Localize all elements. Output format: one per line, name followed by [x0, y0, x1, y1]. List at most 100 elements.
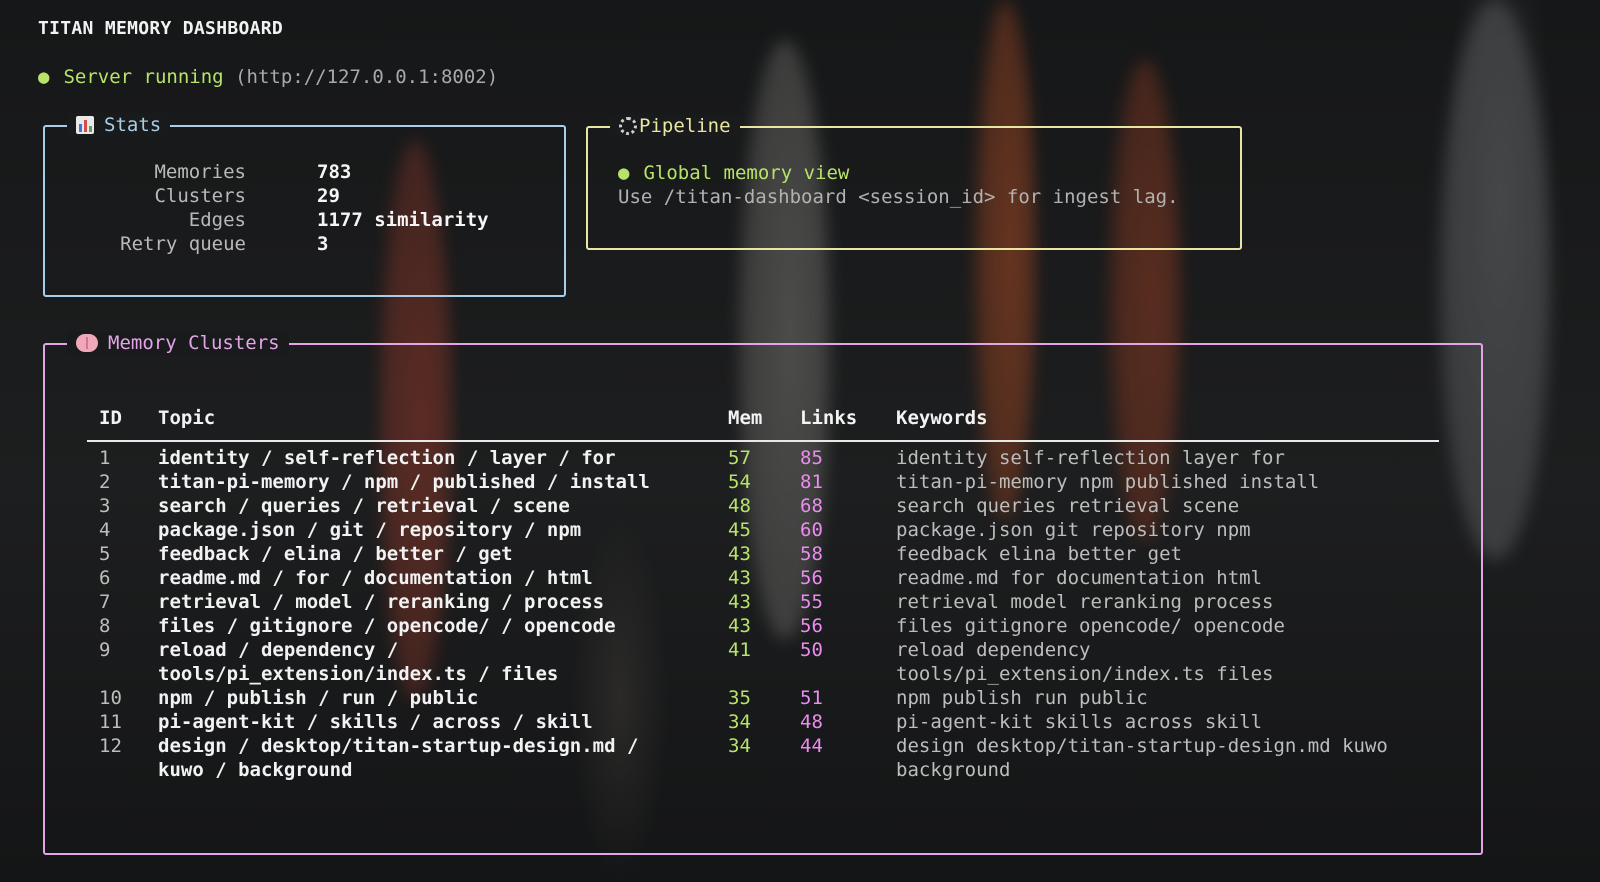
cluster-mem-count: 34 [728, 711, 751, 733]
stats-panel: Stats Memories 783 Clusters 29 Edges 117… [43, 113, 566, 297]
pipeline-panel-title: Pipeline [610, 114, 740, 138]
cluster-topic-line: npm / publish / run / public [158, 687, 479, 709]
cluster-mem-count: 43 [728, 543, 751, 565]
stat-value: 29 [317, 185, 340, 207]
stat-row-edges: Edges 1177 similarity [45, 209, 564, 233]
cluster-topic: pi-agent-kit / skills / across / skill [158, 710, 703, 734]
cluster-topic-line: feedback / elina / better / get [158, 543, 513, 565]
cluster-links-count: 55 [800, 591, 823, 613]
column-header-links: Links [800, 407, 858, 429]
cluster-keywords: feedback elina better get [896, 542, 1441, 566]
cluster-id: 2 [99, 471, 111, 493]
column-header-mem: Mem [728, 407, 763, 429]
cluster-id: 11 [99, 711, 122, 733]
cluster-keywords-line: pi-agent-kit skills across skill [896, 711, 1263, 733]
stat-value: 3 [317, 233, 329, 255]
cluster-keywords: npm publish run public [896, 686, 1441, 710]
cluster-mem-count: 48 [728, 495, 751, 517]
cluster-links-count: 85 [800, 447, 823, 469]
pipeline-hint: Use /titan-dashboard <session_id> for in… [618, 186, 1179, 208]
stat-row-retry-queue: Retry queue 3 [45, 233, 564, 257]
server-url: (http://127.0.0.1:8002) [235, 66, 499, 88]
pipeline-title-text: Pipeline [639, 115, 731, 137]
cluster-keywords-line: search queries retrieval scene [896, 495, 1240, 517]
stats-panel-title: Stats [67, 113, 171, 137]
cluster-id: 7 [99, 591, 111, 613]
cluster-keywords-line: reload dependency [896, 639, 1091, 661]
cluster-id: 8 [99, 615, 111, 637]
table-row: 4 package.json / git / repository / npm 45… [45, 518, 1481, 542]
cluster-keywords-line: identity self-reflection layer for [896, 447, 1285, 469]
cluster-mem-count: 57 [728, 447, 751, 469]
pipeline-status: ● Global memory view [618, 162, 849, 184]
cluster-mem-count: 54 [728, 471, 751, 493]
cluster-keywords-line: titan-pi-memory npm published install [896, 471, 1320, 493]
header-divider [87, 440, 1439, 442]
cluster-mem-count: 35 [728, 687, 751, 709]
table-row: 6 readme.md / for / documentation / html 4… [45, 566, 1481, 590]
cluster-keywords-line: feedback elina better get [896, 543, 1182, 565]
cluster-mem-count: 45 [728, 519, 751, 541]
cluster-topic: files / gitignore / opencode/ / opencode [158, 614, 703, 638]
cluster-topic: npm / publish / run / public [158, 686, 703, 710]
cluster-links-count: 51 [800, 687, 823, 709]
cluster-topic-line: search / queries / retrieval / scene [158, 495, 570, 517]
cluster-topic: design / desktop/titan-startup-design.md… [158, 734, 703, 782]
pipeline-panel: Pipeline ● Global memory view Use /titan-… [586, 114, 1242, 250]
cluster-keywords-line: retrieval model reranking process [896, 591, 1274, 613]
cluster-topic-line: retrieval / model / reranking / process [158, 591, 605, 613]
cluster-id: 10 [99, 687, 122, 709]
cluster-id: 4 [99, 519, 111, 541]
cluster-topic-line: pi-agent-kit / skills / across / skill [158, 711, 593, 733]
table-row: 10 npm / publish / run / public 35 51 npm pu… [45, 686, 1481, 710]
cluster-keywords: package.json git repository npm [896, 518, 1441, 542]
cluster-keywords: pi-agent-kit skills across skill [896, 710, 1441, 734]
cluster-keywords-line: files gitignore opencode/ opencode [896, 615, 1285, 637]
table-row: 11 pi-agent-kit / skills / across / skill… [45, 710, 1481, 734]
stat-value: 1177 similarity [317, 209, 489, 231]
cluster-links-count: 56 [800, 615, 823, 637]
table-row: 1 identity / self-reflection / layer / fo… [45, 446, 1481, 470]
server-status: ● Server running (http://127.0.0.1:8002) [38, 66, 498, 88]
table-row: 5 feedback / elina / better / get 43 58 feed… [45, 542, 1481, 566]
cluster-links-count: 50 [800, 639, 823, 661]
stat-label: Retry queue [120, 233, 246, 255]
cluster-topic-line: design / desktop/titan-startup-design.md… [158, 735, 639, 757]
cluster-keywords: reload dependency tools/pi_extension/inde… [896, 638, 1441, 686]
cluster-topic-line: identity / self-reflection / layer / for [158, 447, 616, 469]
cluster-keywords-line: readme.md for documentation html [896, 567, 1263, 589]
cluster-keywords: readme.md for documentation html [896, 566, 1441, 590]
stat-label: Memories [154, 161, 246, 183]
cluster-keywords-line: package.json git repository npm [896, 519, 1251, 541]
cluster-links-count: 56 [800, 567, 823, 589]
cluster-topic: readme.md / for / documentation / html [158, 566, 703, 590]
cluster-topic-line: reload / dependency / [158, 639, 399, 661]
stat-value: 783 [317, 161, 352, 183]
page-title: TITAN MEMORY DASHBOARD [38, 18, 284, 39]
brain-icon [76, 334, 98, 352]
cluster-topic-line: kuwo / background [158, 759, 353, 781]
cluster-links-count: 58 [800, 543, 823, 565]
bar-chart-icon [76, 116, 94, 134]
cluster-mem-count: 43 [728, 615, 751, 637]
cluster-keywords-line: background [896, 759, 1011, 781]
gear-icon [619, 117, 637, 135]
cluster-id: 6 [99, 567, 111, 589]
cluster-keywords: retrieval model reranking process [896, 590, 1441, 614]
stat-row-memories: Memories 783 [45, 161, 564, 185]
cluster-mem-count: 41 [728, 639, 751, 661]
cluster-keywords: identity self-reflection layer for [896, 446, 1441, 470]
column-header-id: ID [99, 407, 122, 429]
cluster-topic: retrieval / model / reranking / process [158, 590, 703, 614]
cluster-id: 9 [99, 639, 111, 661]
cluster-keywords-line: tools/pi_extension/index.ts files [896, 663, 1274, 685]
cluster-mem-count: 34 [728, 735, 751, 757]
cluster-topic: titan-pi-memory / npm / published / inst… [158, 470, 703, 494]
cluster-topic-line: readme.md / for / documentation / html [158, 567, 593, 589]
cluster-topic: search / queries / retrieval / scene [158, 494, 703, 518]
status-dot-icon: ● [618, 162, 630, 184]
cluster-mem-count: 43 [728, 567, 751, 589]
cluster-topic: package.json / git / repository / npm [158, 518, 703, 542]
cluster-keywords: design desktop/titan-startup-design.md k… [896, 734, 1441, 782]
cluster-topic: reload / dependency / tools/pi_extension/… [158, 638, 703, 686]
